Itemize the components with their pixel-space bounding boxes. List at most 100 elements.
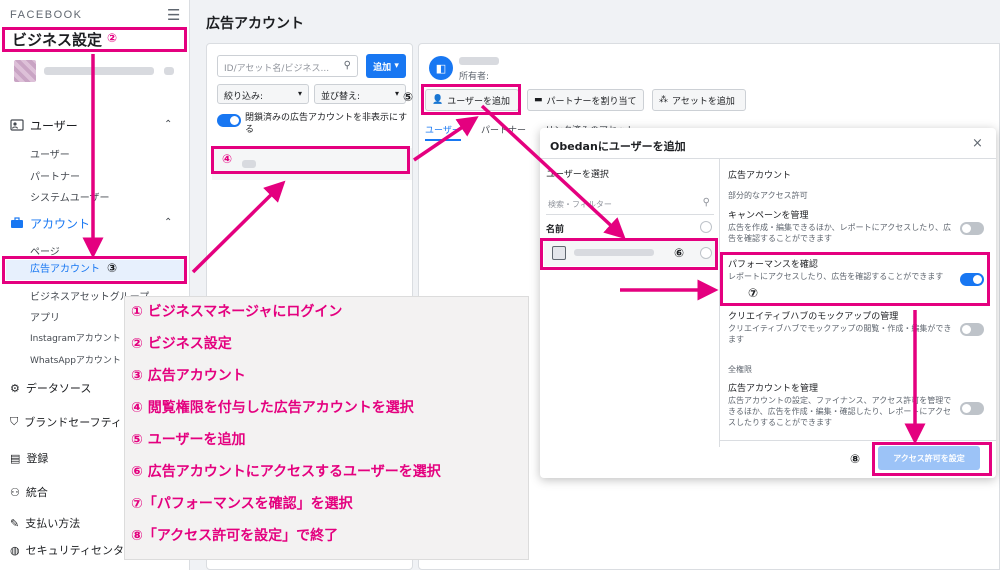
sidebar-section-users[interactable]: ユーザー: [10, 116, 78, 134]
tab-users[interactable]: ユーザー: [425, 123, 461, 141]
integrations-label: 統合: [25, 486, 48, 499]
shield-icon: ⛉: [10, 415, 19, 428]
registration-label: 登録: [26, 452, 49, 465]
owner-label: 所有者:: [459, 72, 490, 82]
hide-closed-label: 閉鎖済みの広告アカウントを非表示にする: [245, 113, 408, 135]
close-icon[interactable]: ×: [972, 136, 983, 151]
highlight-set-access: [872, 442, 992, 476]
perm-creative-hub-desc: クリエイティブハブでモックアップの閲覧・作成・編集ができます: [728, 324, 952, 344]
search-placeholder: ID/アセット名/ビジネス...: [224, 64, 330, 74]
ad-account-icon: ◧: [429, 56, 453, 80]
step-3: ③ 広告アカウント: [131, 368, 246, 384]
chevron-down-icon: ▾: [394, 89, 399, 98]
chevron-down-icon: ▾: [297, 89, 302, 98]
sort-label: 並び替え:: [321, 92, 361, 102]
sidebar-section-accounts-label: アカウント: [30, 216, 91, 231]
marker-8: ⑧: [850, 452, 861, 466]
select-all-radio[interactable]: [700, 221, 712, 233]
sidebar-item-system-users[interactable]: システムユーザー: [30, 189, 110, 204]
highlight-ad-account-row: [211, 146, 410, 174]
sidebar-item-instagram[interactable]: Instagramアカウント: [30, 331, 121, 344]
marker-4: ④: [222, 152, 233, 166]
security-icon: ◍: [10, 543, 20, 557]
perm-creative-hub-toggle[interactable]: [960, 323, 984, 336]
sidebar-item-security-center[interactable]: ◍ セキュリティセンター: [10, 542, 135, 558]
search-icon: ⚲: [343, 60, 351, 71]
assign-partner-button[interactable]: ▬ パートナーを割り当て: [527, 89, 644, 111]
filter-placeholder: 検索・フィルター: [548, 200, 612, 209]
page-title: 広告アカウント: [206, 16, 304, 32]
highlight-view-performance: [720, 252, 990, 306]
perm-creative-hub-title: クリエイティブハブのモックアップの管理: [728, 312, 899, 322]
payment-tag-icon: ✎: [10, 516, 20, 530]
perm-manage-campaigns-toggle[interactable]: [960, 222, 984, 235]
sidebar-item-whatsapp[interactable]: WhatsAppアカウント: [30, 353, 121, 366]
select-user-heading: ユーザーを選択: [546, 170, 609, 180]
partial-access-heading: 部分的なアクセス許可: [728, 191, 808, 200]
marker-2: ②: [107, 31, 118, 45]
perm-manage-campaigns-desc: 広告を作成・編集できるほか、レポートにアクセスしたり、広告を確認することができま…: [728, 223, 951, 243]
user-select-pane: ユーザーを選択 検索・フィルター ⚲ 名前: [540, 159, 720, 447]
sidebar-item-apps[interactable]: アプリ: [30, 309, 60, 324]
add-asset-label: アセットを追加: [672, 96, 735, 107]
data-sources-label: データソース: [25, 382, 92, 395]
hamburger-menu-icon[interactable]: ☰: [167, 6, 180, 24]
perm-manage-ad-account-toggle[interactable]: [960, 402, 984, 415]
filter-dropdown[interactable]: 絞り込み: ▾: [217, 84, 309, 104]
briefcase-icon: ▬: [534, 95, 543, 105]
name-heading: 名前: [546, 225, 565, 235]
add-asset-button[interactable]: ⁂ アセットを追加: [652, 89, 746, 111]
step-8: ⑧「アクセス許可を設定」で終了: [131, 528, 339, 544]
step-5: ⑤ ユーザーを追加: [131, 432, 246, 448]
sidebar-item-data-sources[interactable]: ⚙ データソース: [10, 380, 91, 396]
sidebar-item-payment-methods[interactable]: ✎ 支払い方法: [10, 515, 80, 531]
search-input[interactable]: ID/アセット名/ビジネス... ⚲: [217, 55, 358, 77]
assign-partner-label: パートナーを割り当て: [546, 96, 637, 107]
sidebar-section-accounts[interactable]: アカウント: [10, 214, 90, 232]
user-id-icon: [10, 119, 24, 131]
step-2: ② ビジネス設定: [131, 336, 232, 352]
clipboard-icon: ▤: [10, 451, 21, 465]
highlight-business-settings: [2, 27, 187, 52]
sidebar-item-integrations[interactable]: ⚇ 統合: [10, 484, 48, 500]
perm-manage-ad-account-desc: 広告アカウントの設定、ファイナンス、アクセス許可を管理できるほか、広告を作成・編…: [728, 396, 952, 427]
blurred-owner-name: [459, 57, 499, 65]
integrations-icon: ⚇: [10, 485, 20, 499]
sidebar-item-users[interactable]: ユーザー: [30, 146, 70, 161]
marker-5: ⑤: [403, 90, 414, 104]
marker-7: ⑦: [748, 286, 759, 300]
step-1: ① ビジネスマネージャにログイン: [131, 304, 343, 320]
sidebar-item-partners[interactable]: パートナー: [30, 168, 80, 183]
asset-icon: ⁂: [659, 95, 668, 105]
tab-partners[interactable]: パートナー: [481, 123, 526, 136]
security-center-label: セキュリティセンター: [25, 544, 135, 557]
steps-box: ① ビジネスマネージャにログイン ② ビジネス設定 ③ 広告アカウント ④ 閲覧…: [124, 296, 529, 560]
user-filter-input[interactable]: 検索・フィルター ⚲: [546, 193, 714, 215]
chevron-up-icon[interactable]: ⌃: [164, 217, 172, 228]
marker-3: ③: [107, 261, 118, 275]
filter-label: 絞り込み:: [224, 92, 264, 102]
chevron-up-icon[interactable]: ⌃: [164, 119, 172, 130]
step-7: ⑦「パフォーマンスを確認」を選択: [131, 496, 353, 512]
hide-closed-toggle[interactable]: [217, 114, 241, 127]
dialog-footer-divider: [720, 440, 996, 441]
account-dropdown-icon: [164, 67, 174, 75]
ad-account-heading: 広告アカウント: [728, 171, 792, 181]
full-access-heading: 全権限: [728, 365, 752, 374]
add-button-label: 追加: [373, 62, 392, 73]
perm-manage-ad-account-title: 広告アカウントを管理: [728, 384, 819, 394]
sidebar-section-users-label: ユーザー: [30, 118, 78, 133]
business-account-switcher[interactable]: [14, 60, 179, 82]
add-button[interactable]: 追加 ▾: [366, 54, 406, 78]
highlight-user-row: [540, 238, 718, 270]
sidebar-item-registration[interactable]: ▤ 登録: [10, 450, 48, 466]
data-sources-icon: ⚙: [10, 381, 20, 395]
step-4: ④ 閲覧権限を付与した広告アカウントを選択: [131, 400, 414, 416]
facebook-logo: FACEBOOK: [10, 9, 83, 21]
sidebar-item-brand-safety[interactable]: ⛉ ブランドセーフティ: [10, 414, 122, 430]
search-icon: ⚲: [702, 197, 710, 208]
briefcase-icon: [11, 217, 23, 228]
sort-dropdown[interactable]: 並び替え: ▾: [314, 84, 406, 104]
marker-6: ⑥: [674, 246, 685, 260]
business-avatar: [14, 60, 36, 82]
